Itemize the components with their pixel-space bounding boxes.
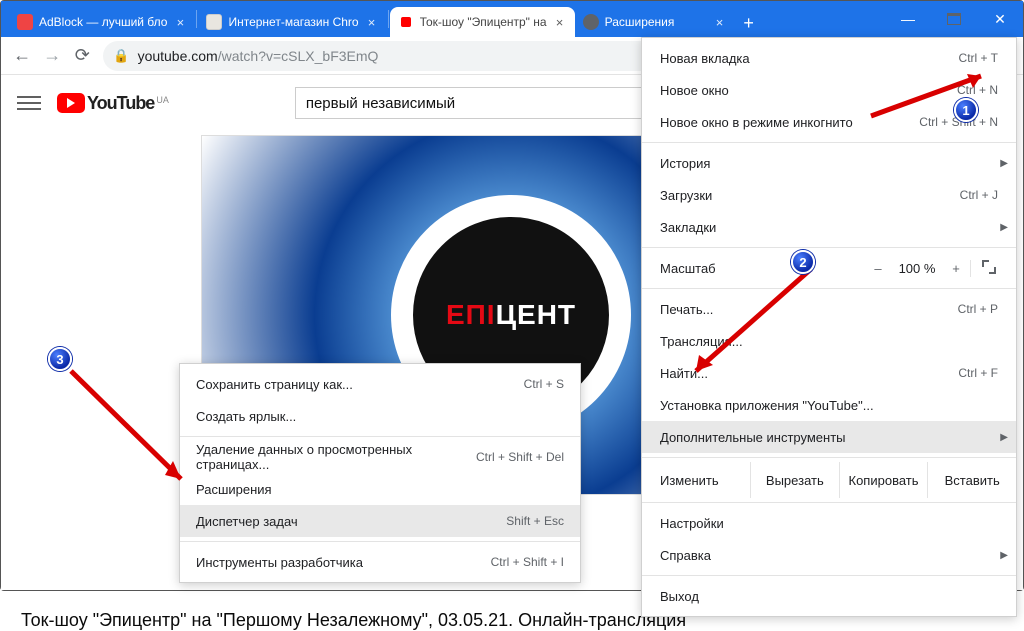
tab-extensions[interactable]: Расширения × [575,7,735,37]
menu-exit[interactable]: Выход [642,580,1016,612]
tab-separator [388,10,389,28]
submenu-clear-data[interactable]: Удаление данных о просмотренных страница… [180,441,580,473]
zoom-out-button[interactable]: – [864,261,892,276]
menu-paste[interactable]: Вставить [927,462,1016,498]
tab-youtube-active[interactable]: Ток-шоу "Эпицентр" на × [390,7,575,37]
menu-new-tab[interactable]: Новая вкладкаCtrl + T [642,42,1016,74]
youtube-wordmark: YouTube [87,93,154,114]
youtube-play-icon [57,93,85,113]
menu-cut[interactable]: Вырезать [750,462,839,498]
menu-separator [642,457,1016,458]
chrome-main-menu: Новая вкладкаCtrl + T Новое окноCtrl + N… [641,37,1017,617]
menu-more-tools[interactable]: Дополнительные инструменты▶ [642,421,1016,453]
favicon-extensions [583,14,599,30]
annotation-badge-1: 1 [954,98,978,122]
favicon-adblock [17,14,33,30]
tab-adblock[interactable]: AdBlock — лучший бло × [9,7,195,37]
menu-settings[interactable]: Настройки [642,507,1016,539]
annotation-badge-3: 3 [48,347,72,371]
menu-zoom-label: Масштаб [660,261,864,276]
menu-separator [642,502,1016,503]
favicon-youtube [398,14,414,30]
submenu-devtools[interactable]: Инструменты разработчикаCtrl + Shift + I [180,546,580,578]
close-icon[interactable]: × [365,15,379,29]
titlebar: AdBlock — лучший бло × Интернет-магазин … [1,1,1023,37]
youtube-logo[interactable]: YouTube UA [57,93,169,114]
tab-store[interactable]: Интернет-магазин Chro × [198,7,386,37]
menu-cast[interactable]: Трансляция... [642,325,1016,357]
lock-icon[interactable]: 🔒 [113,48,129,64]
url-text: youtube.com/watch?v=cSLX_bF3EmQ [138,48,379,64]
menu-history[interactable]: История▶ [642,147,1016,179]
window-controls: — ✕ [885,1,1023,37]
tab-title: Ток-шоу "Эпицентр" на [420,15,547,29]
menu-copy[interactable]: Копировать [839,462,928,498]
menu-separator [642,142,1016,143]
menu-find[interactable]: Найти...Ctrl + F [642,357,1016,389]
menu-help[interactable]: Справка▶ [642,539,1016,571]
close-icon[interactable]: × [553,15,567,29]
menu-edit-row: Изменить Вырезать Копировать Вставить [642,462,1016,498]
fullscreen-button[interactable] [970,260,998,277]
menu-separator [642,288,1016,289]
submenu-task-manager[interactable]: Диспетчер задачShift + Esc [180,505,580,537]
menu-separator [180,436,580,437]
menu-zoom-row: Масштаб – 100 % + [642,252,1016,284]
submenu-extensions[interactable]: Расширения [180,473,580,505]
close-icon[interactable]: × [713,15,727,29]
zoom-value: 100 % [892,261,942,276]
submenu-create-shortcut[interactable]: Создать ярлык... [180,400,580,432]
more-tools-submenu: Сохранить страницу как...Ctrl + S Создат… [179,363,581,583]
page-title: Ток-шоу "Эпицентр" на "Першому Незалежно… [21,610,686,631]
menu-downloads[interactable]: ЗагрузкиCtrl + J [642,179,1016,211]
new-tab-button[interactable]: + [735,9,763,37]
menu-install-app[interactable]: Установка приложения "YouTube"... [642,389,1016,421]
menu-bookmarks[interactable]: Закладки▶ [642,211,1016,243]
close-window-button[interactable]: ✕ [977,1,1023,37]
zoom-in-button[interactable]: + [942,261,970,276]
reload-button[interactable]: ⟳ [67,40,97,72]
tab-title: Интернет-магазин Chro [228,15,358,29]
menu-edit-label: Изменить [660,473,750,488]
tab-separator [196,10,197,28]
submenu-save-page[interactable]: Сохранить страницу как...Ctrl + S [180,368,580,400]
menu-separator [642,575,1016,576]
menu-print[interactable]: Печать...Ctrl + P [642,293,1016,325]
minimize-button[interactable]: — [885,1,931,37]
maximize-button[interactable] [931,1,977,37]
hamburger-icon[interactable] [17,96,41,110]
favicon-store [206,14,222,30]
tab-title: Расширения [605,15,707,29]
tab-title: AdBlock — лучший бло [39,15,167,29]
menu-separator [180,541,580,542]
menu-separator [642,247,1016,248]
close-icon[interactable]: × [173,15,187,29]
forward-button: → [37,40,67,72]
fullscreen-icon [982,260,996,274]
annotation-badge-2: 2 [791,250,815,274]
back-button[interactable]: ← [7,40,37,72]
youtube-region: UA [156,95,169,105]
